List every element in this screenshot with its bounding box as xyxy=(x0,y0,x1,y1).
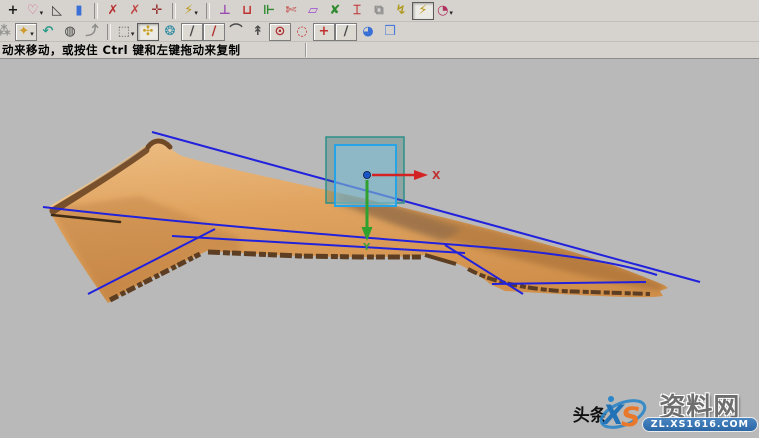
plumb-line-icon: ↟ xyxy=(253,25,264,38)
x-axis-label: X xyxy=(432,169,441,182)
spray-fill-button[interactable]: ▮ xyxy=(68,2,90,20)
line-fit-points-icon: ∕ xyxy=(212,25,217,38)
orbit-globe-icon: ◍ xyxy=(64,25,75,38)
insert-normal-icon: ⊩ xyxy=(263,4,275,17)
statusbar-divider xyxy=(305,43,306,57)
cad-application-window: { "prompt": { "text": "动来移动，或按住 Ctrl 键和左… xyxy=(0,0,759,437)
red-tool-button[interactable]: ✄ xyxy=(280,2,302,20)
dropdown-caret-icon[interactable]: ▾ xyxy=(194,9,198,19)
orbit-globe-button[interactable]: ◍ xyxy=(59,23,81,41)
origin-point[interactable] xyxy=(363,171,370,178)
insert-normal-button[interactable]: ⊩ xyxy=(258,2,280,20)
point-marker-button[interactable]: + xyxy=(313,23,335,41)
freeform-curve-icon: ♡ xyxy=(27,4,39,17)
cut-curve-alt-button[interactable]: ✗ xyxy=(124,2,146,20)
rotate-up-icon: ⤴ xyxy=(85,25,98,38)
y-axis-label: Y xyxy=(362,242,371,253)
trim-cross-button[interactable]: ✛ xyxy=(146,2,168,20)
lightning-stand-button[interactable]: ↯ xyxy=(390,2,412,20)
perpendicular-button[interactable]: ⊥ xyxy=(214,2,236,20)
line-2point-button[interactable]: ∕ xyxy=(181,23,203,41)
sketch-plane-button[interactable]: ▱ xyxy=(302,2,324,20)
dropdown-caret-icon[interactable]: ▾ xyxy=(30,30,34,40)
toolbar-separator xyxy=(107,24,111,40)
bracket-measure-icon: ⌶ xyxy=(353,4,361,17)
cube-view-button[interactable]: ❒ xyxy=(379,23,401,41)
undo-rotate-icon: ↶ xyxy=(43,25,54,38)
snap-target-button[interactable]: ✦▾ xyxy=(15,23,37,41)
align-objects-button[interactable]: ⧉ xyxy=(368,2,390,20)
undo-rotate-button[interactable]: ↶ xyxy=(37,23,59,41)
line-fit-points-button[interactable]: ∕ xyxy=(203,23,225,41)
red-tool-icon: ✄ xyxy=(286,4,297,17)
viewport-3d[interactable]: X Y 头条 X S 资料网 ZL.XS1616.COM xyxy=(0,59,759,438)
line-point-icon: ∕ xyxy=(344,25,349,38)
toolbar-separator xyxy=(94,3,98,19)
arc-curve-button[interactable]: ⌒ xyxy=(225,23,247,41)
arc-curve-icon: ⌒ xyxy=(229,25,242,38)
point-marker-icon: + xyxy=(319,25,330,38)
datum-plane-button[interactable]: ◺ xyxy=(46,2,68,20)
snap-target-icon: ✦ xyxy=(18,25,29,38)
cut-curve-icon: ✗ xyxy=(108,4,119,17)
select-rectangle-icon: ⬚ xyxy=(118,25,130,38)
add-point-icon: + xyxy=(8,4,19,17)
view-toolbar: ⁂✦▾↶◍⤴⬚▾✣❂∕∕⌒↟⊙◌+∕◕❒ xyxy=(0,22,759,42)
move-star-icon: ✣ xyxy=(143,25,154,38)
deviation-check-button[interactable]: ✘ xyxy=(324,2,346,20)
orbit-balls-button[interactable]: ❂ xyxy=(159,23,181,41)
toolbar-separator xyxy=(172,3,176,19)
spray-fill-icon: ▮ xyxy=(75,4,82,17)
sketch-plane-icon: ▱ xyxy=(308,4,318,17)
perpendicular-icon: ⊥ xyxy=(219,4,231,17)
optimize-tool-button[interactable]: ◔▾ xyxy=(434,2,456,20)
cube-view-icon: ❒ xyxy=(384,25,396,38)
datum-plane-icon: ◺ xyxy=(52,4,62,17)
lightning-stand-icon: ↯ xyxy=(396,4,407,17)
move-star-button[interactable]: ✣ xyxy=(137,23,159,41)
dropdown-caret-icon[interactable]: ▾ xyxy=(131,30,135,40)
line-point-button[interactable]: ∕ xyxy=(335,23,357,41)
deviation-check-icon: ✘ xyxy=(330,4,341,17)
prompt-text: 动来移动，或按住 Ctrl 键和左键拖动来复制 xyxy=(0,42,241,58)
line-2point-icon: ∕ xyxy=(190,25,195,38)
pan-grab-icon: ⁂ xyxy=(0,25,11,38)
magic-wand-button[interactable]: ⚡▾ xyxy=(180,2,202,20)
circle-center-icon: ⊙ xyxy=(275,25,286,38)
pan-grab-button[interactable]: ⁂ xyxy=(0,23,15,41)
trim-cross-icon: ✛ xyxy=(152,4,163,17)
bracket-measure-button[interactable]: ⌶ xyxy=(346,2,368,20)
dropdown-caret-icon[interactable]: ▾ xyxy=(449,9,453,19)
clamp-u-button[interactable]: ⊔ xyxy=(236,2,258,20)
prompt-bar: 动来移动，或按住 Ctrl 键和左键拖动来复制 xyxy=(0,42,759,59)
cut-curve-button[interactable]: ✗ xyxy=(102,2,124,20)
optimize-tool-icon: ◔ xyxy=(437,4,448,17)
circle-fit-points-icon: ◌ xyxy=(296,25,307,38)
main-toolbar: +♡▾◺▮✗✗✛⚡▾⊥⊔⊩✄▱✘⌶⧉↯⚡◔▾ xyxy=(0,0,759,22)
circle-fit-points-button[interactable]: ◌ xyxy=(291,23,313,41)
toolbar-separator xyxy=(206,3,210,19)
shaded-view-button[interactable]: ◕ xyxy=(357,23,379,41)
select-rectangle-button[interactable]: ⬚▾ xyxy=(115,23,137,41)
rotate-up-button[interactable]: ⤴ xyxy=(81,23,103,41)
add-point-button[interactable]: + xyxy=(2,2,24,20)
plumb-line-button[interactable]: ↟ xyxy=(247,23,269,41)
align-objects-icon: ⧉ xyxy=(374,4,383,17)
freeform-curve-button[interactable]: ♡▾ xyxy=(24,2,46,20)
dropdown-caret-icon[interactable]: ▾ xyxy=(40,9,44,19)
shaded-view-icon: ◕ xyxy=(362,25,373,38)
clamp-u-icon: ⊔ xyxy=(242,4,252,17)
viewport-canvas[interactable]: X Y xyxy=(0,59,759,438)
circle-center-button[interactable]: ⊙ xyxy=(269,23,291,41)
magic-fit-button[interactable]: ⚡ xyxy=(412,2,434,20)
cut-curve-alt-icon: ✗ xyxy=(130,4,141,17)
magic-fit-icon: ⚡ xyxy=(418,4,427,17)
magic-wand-icon: ⚡ xyxy=(184,4,193,17)
orbit-balls-icon: ❂ xyxy=(165,25,176,38)
